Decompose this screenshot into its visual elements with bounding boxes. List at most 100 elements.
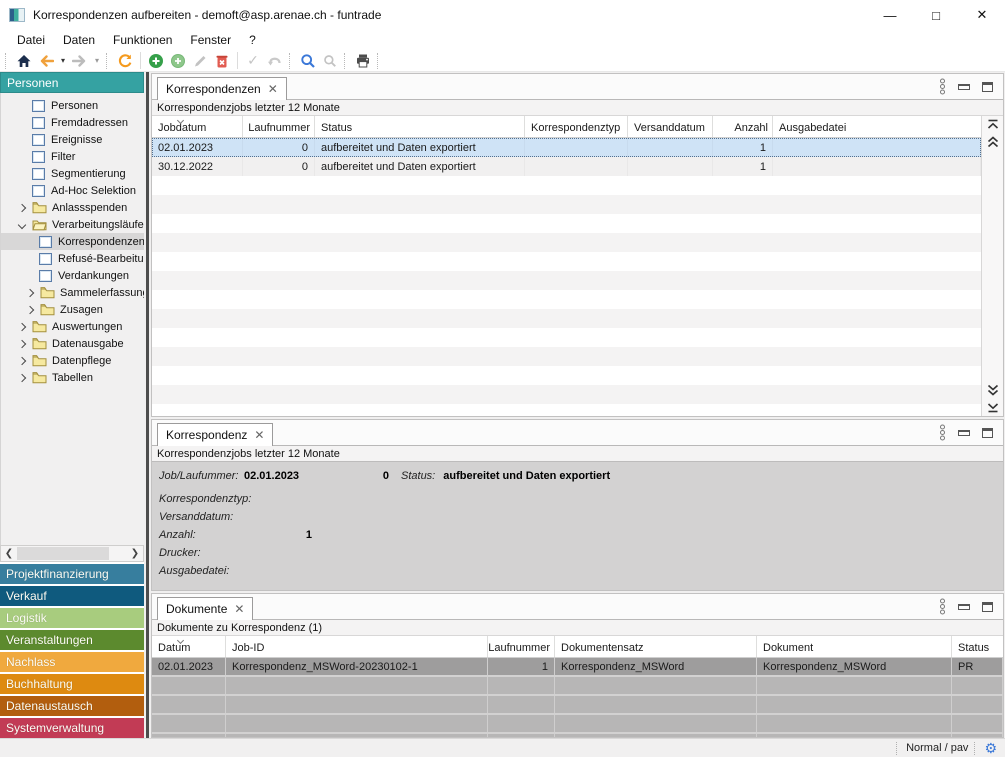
sidebar-item-adhoc-selektion[interactable]: Ad-Hoc Selektion	[1, 182, 144, 199]
nav-veranstaltungen[interactable]: Veranstaltungen	[0, 630, 144, 650]
sidebar-horizontal-scrollbar[interactable]: ❮ ❯	[0, 545, 144, 562]
column-header-datum[interactable]: Datum	[152, 636, 226, 657]
tab-korrespondenzen[interactable]: Korrespondenzen ✕	[157, 77, 287, 100]
menu-fenster[interactable]: Fenster	[181, 31, 240, 49]
search-icon[interactable]	[297, 51, 319, 71]
column-header-versanddatum[interactable]: Versanddatum	[628, 116, 713, 137]
panel-dots-icon[interactable]	[939, 424, 946, 441]
column-header-anzahl[interactable]: Anzahl	[713, 116, 773, 137]
close-icon[interactable]: ✕	[254, 428, 264, 442]
nav-systemverwaltung[interactable]: Systemverwaltung	[0, 718, 144, 738]
nav-buchhaltung[interactable]: Buchhaltung	[0, 674, 144, 694]
menu-funktionen[interactable]: Funktionen	[104, 31, 181, 49]
home-icon[interactable]	[13, 51, 35, 71]
scroll-right-icon[interactable]: ❯	[127, 548, 143, 559]
print-icon[interactable]	[352, 51, 374, 71]
menu-daten[interactable]: Daten	[54, 31, 104, 49]
sidebar-item-datenpflege[interactable]: Datenpflege	[1, 352, 144, 369]
chevron-right-icon[interactable]	[18, 373, 26, 381]
scroll-page-down-icon[interactable]	[987, 384, 999, 396]
chevron-right-icon[interactable]	[26, 305, 34, 313]
table-row[interactable]: 02.01.2023 Korrespondenz_MSWord-20230102…	[152, 658, 1003, 677]
table-row[interactable]: 02.01.2023 0 aufbereitet und Daten expor…	[152, 138, 981, 157]
column-header-dokumentensatz[interactable]: Dokumentensatz	[555, 636, 757, 657]
maximize-button[interactable]: □	[913, 0, 959, 30]
refresh-icon[interactable]	[114, 51, 136, 71]
sidebar-item-personen[interactable]: Personen	[1, 97, 144, 114]
undo-icon[interactable]	[264, 51, 286, 71]
chevron-right-icon[interactable]	[26, 288, 34, 296]
panel-minimize-icon[interactable]	[958, 604, 970, 610]
close-icon[interactable]: ✕	[268, 82, 278, 96]
sidebar-item-ereignisse[interactable]: Ereignisse	[1, 131, 144, 148]
scroll-left-icon[interactable]: ❮	[1, 548, 17, 559]
column-header-korrespondenztyp[interactable]: Korrespondenztyp	[525, 116, 628, 137]
sidebar-item-sammelerfassung[interactable]: Sammelerfassung	[1, 284, 144, 301]
sidebar-header-personen[interactable]: Personen	[0, 72, 144, 93]
column-header-dokument[interactable]: Dokument	[757, 636, 952, 657]
chevron-right-icon[interactable]	[18, 339, 26, 347]
menu-datei[interactable]: Datei	[8, 31, 54, 49]
scroll-to-top-icon[interactable]	[987, 119, 999, 130]
table-row[interactable]: 30.12.2022 0 aufbereitet und Daten expor…	[152, 157, 981, 176]
sidebar-item-refuse-bearbeitung[interactable]: Refusé-Bearbeitung	[1, 250, 144, 267]
chevron-right-icon[interactable]	[18, 356, 26, 364]
scroll-to-bottom-icon[interactable]	[987, 402, 999, 413]
nav-projektfinanzierung[interactable]: Projektfinanzierung	[0, 564, 144, 584]
status-mode[interactable]: Normal / pav	[906, 742, 968, 754]
sidebar-item-verarbeitungslaeufe[interactable]: Verarbeitungsläufe	[1, 216, 144, 233]
panel-minimize-icon[interactable]	[958, 84, 970, 90]
column-header-jobdatum[interactable]: Jobdatum	[152, 116, 243, 137]
sidebar-item-korrespondenzen-aufbereiten[interactable]: Korrespondenzen aufbereiten	[1, 233, 144, 250]
forward-icon[interactable]	[69, 51, 91, 71]
sidebar-item-segmentierung[interactable]: Segmentierung	[1, 165, 144, 182]
chevron-right-icon[interactable]	[18, 322, 26, 330]
back-icon[interactable]	[35, 51, 57, 71]
sidebar-item-fremdadressen[interactable]: Fremdadressen	[1, 114, 144, 131]
sidebar-item-verdankungen[interactable]: Verdankungen	[1, 267, 144, 284]
delete-icon[interactable]	[211, 51, 233, 71]
nav-nachlass[interactable]: Nachlass	[0, 652, 144, 672]
add-icon[interactable]	[145, 51, 167, 71]
toolbar-handle	[289, 53, 294, 69]
column-header-status[interactable]: Status	[952, 636, 1003, 657]
panel-maximize-icon[interactable]	[982, 82, 993, 92]
column-header-ausgabedatei[interactable]: Ausgabedatei	[773, 116, 981, 137]
tab-korrespondenz[interactable]: Korrespondenz ✕	[157, 423, 273, 446]
nav-verkauf[interactable]: Verkauf	[0, 586, 144, 606]
chevron-right-icon[interactable]	[18, 203, 26, 211]
close-button[interactable]: ✕	[959, 0, 1005, 30]
gear-icon[interactable]: ⚙	[984, 741, 997, 755]
sidebar-splitter[interactable]	[144, 72, 151, 738]
add-alt-icon[interactable]	[167, 51, 189, 71]
nav-logistik[interactable]: Logistik	[0, 608, 144, 628]
tab-dokumente[interactable]: Dokumente ✕	[157, 597, 253, 620]
sidebar-item-filter[interactable]: Filter	[1, 148, 144, 165]
forward-dropdown-icon[interactable]: ▾	[91, 51, 103, 71]
close-icon[interactable]: ✕	[234, 602, 244, 616]
sidebar-item-zusagen[interactable]: Zusagen	[1, 301, 144, 318]
column-header-laufnummer[interactable]: Laufnummer	[243, 116, 315, 137]
panel-maximize-icon[interactable]	[982, 602, 993, 612]
sidebar-item-auswertungen[interactable]: Auswertungen	[1, 318, 144, 335]
panel-minimize-icon[interactable]	[958, 430, 970, 436]
confirm-icon[interactable]: ✓	[242, 51, 264, 71]
search-secondary-icon[interactable]	[319, 51, 341, 71]
sidebar-item-anlassspenden[interactable]: Anlassspenden	[1, 199, 144, 216]
nav-datenaustausch[interactable]: Datenaustausch	[0, 696, 144, 716]
menu-help[interactable]: ?	[240, 31, 265, 49]
column-header-laufnummer[interactable]: Laufnummer	[488, 636, 555, 657]
scrollbar-thumb[interactable]	[17, 547, 109, 560]
column-header-status[interactable]: Status	[315, 116, 525, 137]
back-dropdown-icon[interactable]: ▾	[57, 51, 69, 71]
panel-maximize-icon[interactable]	[982, 428, 993, 438]
edit-icon[interactable]	[189, 51, 211, 71]
panel-dots-icon[interactable]	[939, 598, 946, 615]
scroll-page-up-icon[interactable]	[987, 136, 999, 148]
chevron-down-icon[interactable]	[18, 220, 26, 228]
sidebar-item-tabellen[interactable]: Tabellen	[1, 369, 144, 386]
sidebar-item-datenausgabe[interactable]: Datenausgabe	[1, 335, 144, 352]
minimize-button[interactable]: —	[867, 0, 913, 30]
panel-dots-icon[interactable]	[939, 78, 946, 95]
column-header-job-id[interactable]: Job-ID	[226, 636, 488, 657]
